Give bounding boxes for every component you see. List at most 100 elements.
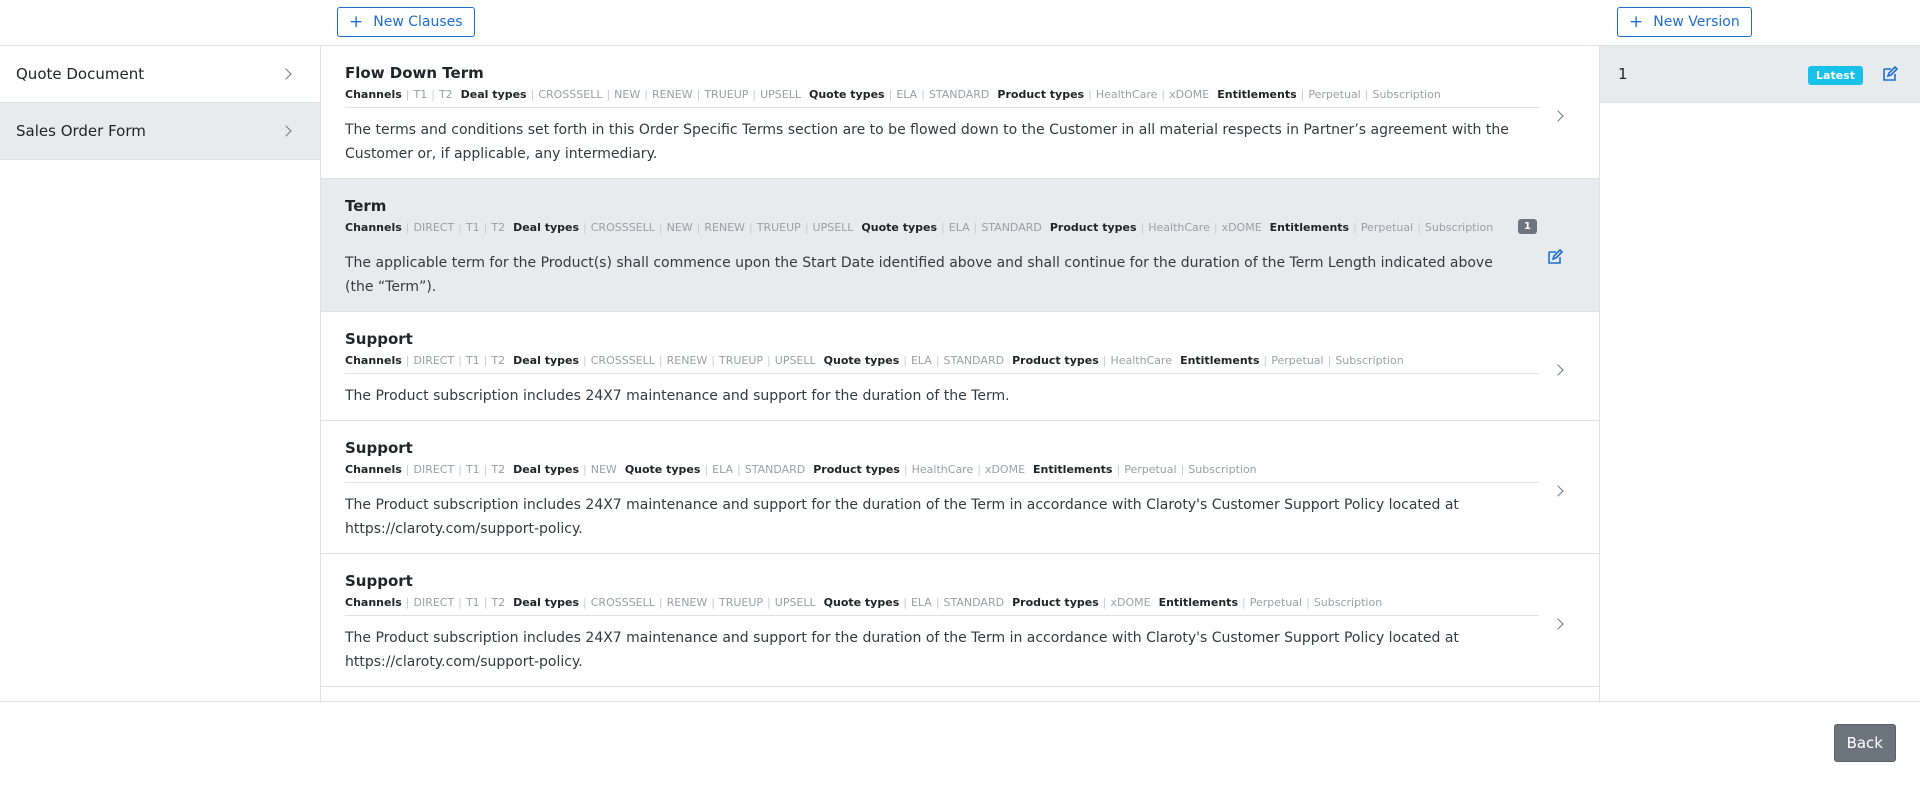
meta-value: T2 [438, 88, 453, 101]
sidebar-item-label: Quote Document [16, 65, 145, 83]
meta-label: Channels [345, 463, 402, 476]
chevron-right-icon [280, 125, 292, 137]
clause-title: Term [345, 197, 387, 215]
meta-value: NEW [614, 88, 641, 101]
meta-value: T2 [491, 463, 506, 476]
meta-value: xDOME [1169, 88, 1210, 101]
meta-value: NEW [666, 221, 693, 234]
clause-title: Support [345, 572, 413, 590]
clause-body: The Product subscription includes 24X7 m… [345, 388, 1010, 404]
meta-label: Product types [1012, 596, 1099, 609]
meta-value: Subscription [1188, 463, 1257, 476]
meta-value: Perpetual [1124, 463, 1177, 476]
sidebar-item-sales-order-form[interactable]: Sales Order Form [0, 103, 320, 160]
meta-value: T1 [465, 354, 480, 367]
meta-value: ELA [910, 596, 932, 609]
clause-item[interactable]: Support Channels | DIRECT | T1 | T2 Deal types | C… [321, 312, 1599, 421]
meta-label: Entitlements [1158, 596, 1238, 609]
meta-value: STANDARD [928, 88, 990, 101]
meta-value: ELA [712, 463, 733, 476]
meta-value: TRUEUP [704, 88, 749, 101]
meta-label: Deal types [460, 88, 527, 101]
meta-label: Product types [1049, 221, 1137, 234]
meta-value: Perpetual [1308, 88, 1361, 101]
meta-value: T1 [465, 596, 480, 609]
footer: Back [0, 701, 1920, 792]
chevron-right-icon[interactable] [1552, 364, 1564, 376]
meta-value: T2 [491, 354, 506, 367]
clause-meta: Channels | DIRECT | T1 | T2 Deal types | CROSSSEL… [345, 596, 1539, 616]
meta-label: Entitlements [1217, 88, 1297, 101]
meta-value: T2 [491, 221, 506, 234]
meta-value: T1 [413, 88, 428, 101]
meta-value: UPSELL [812, 221, 854, 234]
clause-meta: Channels | T1 | T2 Deal types | CROSSSELL | NEW | R… [345, 88, 1539, 108]
edit-icon[interactable] [1547, 248, 1564, 269]
clause-item[interactable]: Support Channels | DIRECT | T1 | T2 Deal types | N… [321, 421, 1599, 554]
meta-value: STANDARD [943, 596, 1005, 609]
meta-label: Deal types [513, 221, 580, 234]
meta-value: xDOME [1110, 596, 1151, 609]
clause-item[interactable]: Term Channels | DIRECT | T1 | T2 Deal types | CROS… [321, 179, 1599, 312]
meta-label: Product types [1012, 354, 1099, 367]
meta-label: Quote types [823, 596, 900, 609]
sidebar-item-quote-document[interactable]: Quote Document [0, 46, 320, 103]
meta-value: HealthCare [1095, 88, 1158, 101]
chevron-right-icon[interactable] [1552, 618, 1564, 630]
meta-value: CROSSSELL [590, 354, 655, 367]
meta-value: DIRECT [413, 221, 455, 234]
meta-value: DIRECT [413, 463, 455, 476]
clause-title: Support [345, 439, 413, 457]
meta-value: HealthCare [1148, 221, 1210, 234]
meta-label: Entitlements [1180, 354, 1260, 367]
meta-value: ELA [948, 221, 970, 234]
chevron-right-icon[interactable] [1552, 485, 1564, 497]
meta-label: Deal types [513, 596, 580, 609]
clause-body: The Product subscription includes 24X7 m… [345, 497, 1459, 537]
clause-meta: Channels | DIRECT | T1 | T2 Deal types | CROSSSEL… [345, 221, 1494, 234]
clause-item[interactable]: Dose Unit of M [321, 687, 1599, 702]
meta-value: Perpetual [1271, 354, 1324, 367]
edit-icon[interactable] [1882, 65, 1899, 86]
meta-value: CROSSSELL [538, 88, 603, 101]
version-panel: 1 Latest [1600, 46, 1920, 702]
clause-item[interactable]: Flow Down Term Channels | T1 | T2 Deal types | C… [321, 46, 1599, 179]
meta-value: Perpetual [1360, 221, 1414, 234]
meta-value: Subscription [1372, 88, 1441, 101]
meta-value: UPSELL [760, 88, 801, 101]
plus-icon: + [349, 11, 364, 32]
meta-value: T2 [491, 596, 506, 609]
meta-label: Entitlements [1033, 463, 1113, 476]
meta-label: Channels [345, 354, 402, 367]
meta-value: ELA [910, 354, 932, 367]
meta-value: T1 [465, 221, 480, 234]
meta-value: UPSELL [774, 596, 816, 609]
clause-meta: Channels | DIRECT | T1 | T2 Deal types | CROSSSEL… [345, 354, 1539, 374]
chevron-right-icon [280, 68, 292, 80]
meta-value: RENEW [666, 596, 708, 609]
clause-meta: Channels | DIRECT | T1 | T2 Deal types | NEW Quote… [345, 463, 1539, 483]
meta-value: Subscription [1424, 221, 1494, 234]
meta-value: RENEW [704, 221, 746, 234]
version-number: 1 [1618, 65, 1628, 83]
meta-value: ELA [896, 88, 918, 101]
sidebar-item-label: Sales Order Form [16, 122, 146, 140]
meta-value: xDOME [1221, 221, 1262, 234]
meta-value: Perpetual [1249, 596, 1303, 609]
meta-label: Quote types [823, 354, 900, 367]
meta-value: TRUEUP [718, 354, 764, 367]
clause-list: Flow Down Term Channels | T1 | T2 Deal types | C… [321, 46, 1600, 702]
back-button[interactable]: Back [1833, 724, 1896, 762]
meta-label: Entitlements [1269, 221, 1350, 234]
clause-body: The Product subscription includes 24X7 m… [345, 630, 1459, 670]
clause-title: Support [345, 330, 413, 348]
meta-label: Deal types [513, 463, 580, 476]
new-version-button[interactable]: + New Version [1617, 7, 1752, 37]
new-clauses-button[interactable]: + New Clauses [337, 7, 475, 37]
version-row[interactable]: 1 Latest [1600, 46, 1920, 103]
clause-item[interactable]: Support Channels | DIRECT | T1 | T2 Deal types | C… [321, 554, 1599, 687]
meta-value: UPSELL [774, 354, 816, 367]
meta-value: STANDARD [943, 354, 1005, 367]
meta-label: Deal types [513, 354, 580, 367]
chevron-right-icon[interactable] [1552, 110, 1564, 122]
